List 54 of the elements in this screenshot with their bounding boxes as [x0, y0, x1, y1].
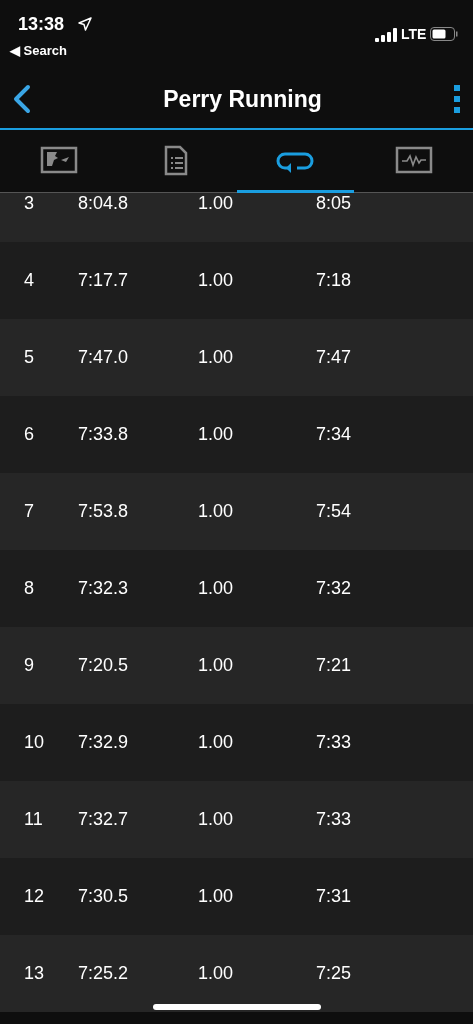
lap-pace: 8:05 — [316, 193, 352, 214]
lap-distance: 1.00 — [198, 270, 235, 291]
lap-time: 7:17.7 — [78, 270, 130, 291]
lap-number: 13 — [23, 963, 46, 984]
lap-number: 9 — [23, 655, 35, 676]
signal-icon — [375, 28, 397, 42]
lap-number: 4 — [23, 270, 35, 291]
lap-time: 7:53.8 — [78, 501, 130, 522]
map-icon — [38, 144, 79, 176]
lap-number: 12 — [23, 886, 46, 907]
lap-distance: 1.00 — [198, 578, 235, 599]
lap-distance: 1.00 — [198, 347, 235, 368]
lap-number: 5 — [23, 347, 35, 368]
lap-distance: 1.00 — [198, 655, 235, 676]
lap-distance: 1.00 — [198, 886, 235, 907]
lap-pace: 7:54 — [316, 501, 352, 522]
lap-number: 10 — [23, 732, 46, 753]
activity-chart-icon — [394, 144, 435, 176]
lap-time: 7:33.8 — [78, 424, 130, 445]
lap-number: 3 — [23, 193, 35, 214]
lap-number: 8 — [23, 578, 35, 599]
lap-pace: 7:31 — [316, 886, 352, 907]
lap-time: 7:20.5 — [78, 655, 130, 676]
lap-time: 7:32.7 — [78, 809, 130, 830]
lap-number: 11 — [23, 809, 44, 830]
lap-pace: 7:25 — [316, 963, 352, 984]
lap-pace: 7:33 — [316, 732, 352, 753]
lap-pace: 7:47 — [316, 347, 352, 368]
network-label: LTE — [401, 26, 427, 42]
lap-number: 6 — [23, 424, 35, 445]
lap-distance: 1.00 — [198, 424, 235, 445]
lap-time: 7:32.9 — [78, 732, 130, 753]
lap-distance: 1.00 — [198, 809, 235, 830]
lap-pace: 7:18 — [316, 270, 352, 291]
lap-pace: 7:32 — [316, 578, 352, 599]
lap-distance: 1.00 — [198, 963, 235, 984]
lap-time: 7:25.2 — [78, 963, 130, 984]
lap-pace: 7:33 — [316, 809, 352, 830]
lap-pace: 7:21 — [316, 655, 352, 676]
lap-distance: 1.00 — [198, 501, 235, 522]
lap-time: 7:30.5 — [78, 886, 130, 907]
lap-pace: 7:34 — [316, 424, 352, 445]
status-time: 13:38 — [18, 14, 65, 35]
lap-time: 8:04.8 — [78, 193, 130, 214]
back-to-search-link[interactable]: ◀ Search — [10, 43, 67, 58]
location-arrow-icon — [78, 17, 92, 31]
lap-time: 7:47.0 — [78, 347, 130, 368]
lap-distance: 1.00 — [198, 732, 235, 753]
lap-time: 7:32.3 — [78, 578, 130, 599]
battery-icon — [430, 27, 458, 41]
more-options-icon[interactable] — [451, 83, 463, 115]
screen-title: Perry Running — [163, 85, 322, 113]
lap-distance: 1.00 — [198, 193, 235, 214]
lap-number: 7 — [23, 501, 35, 522]
